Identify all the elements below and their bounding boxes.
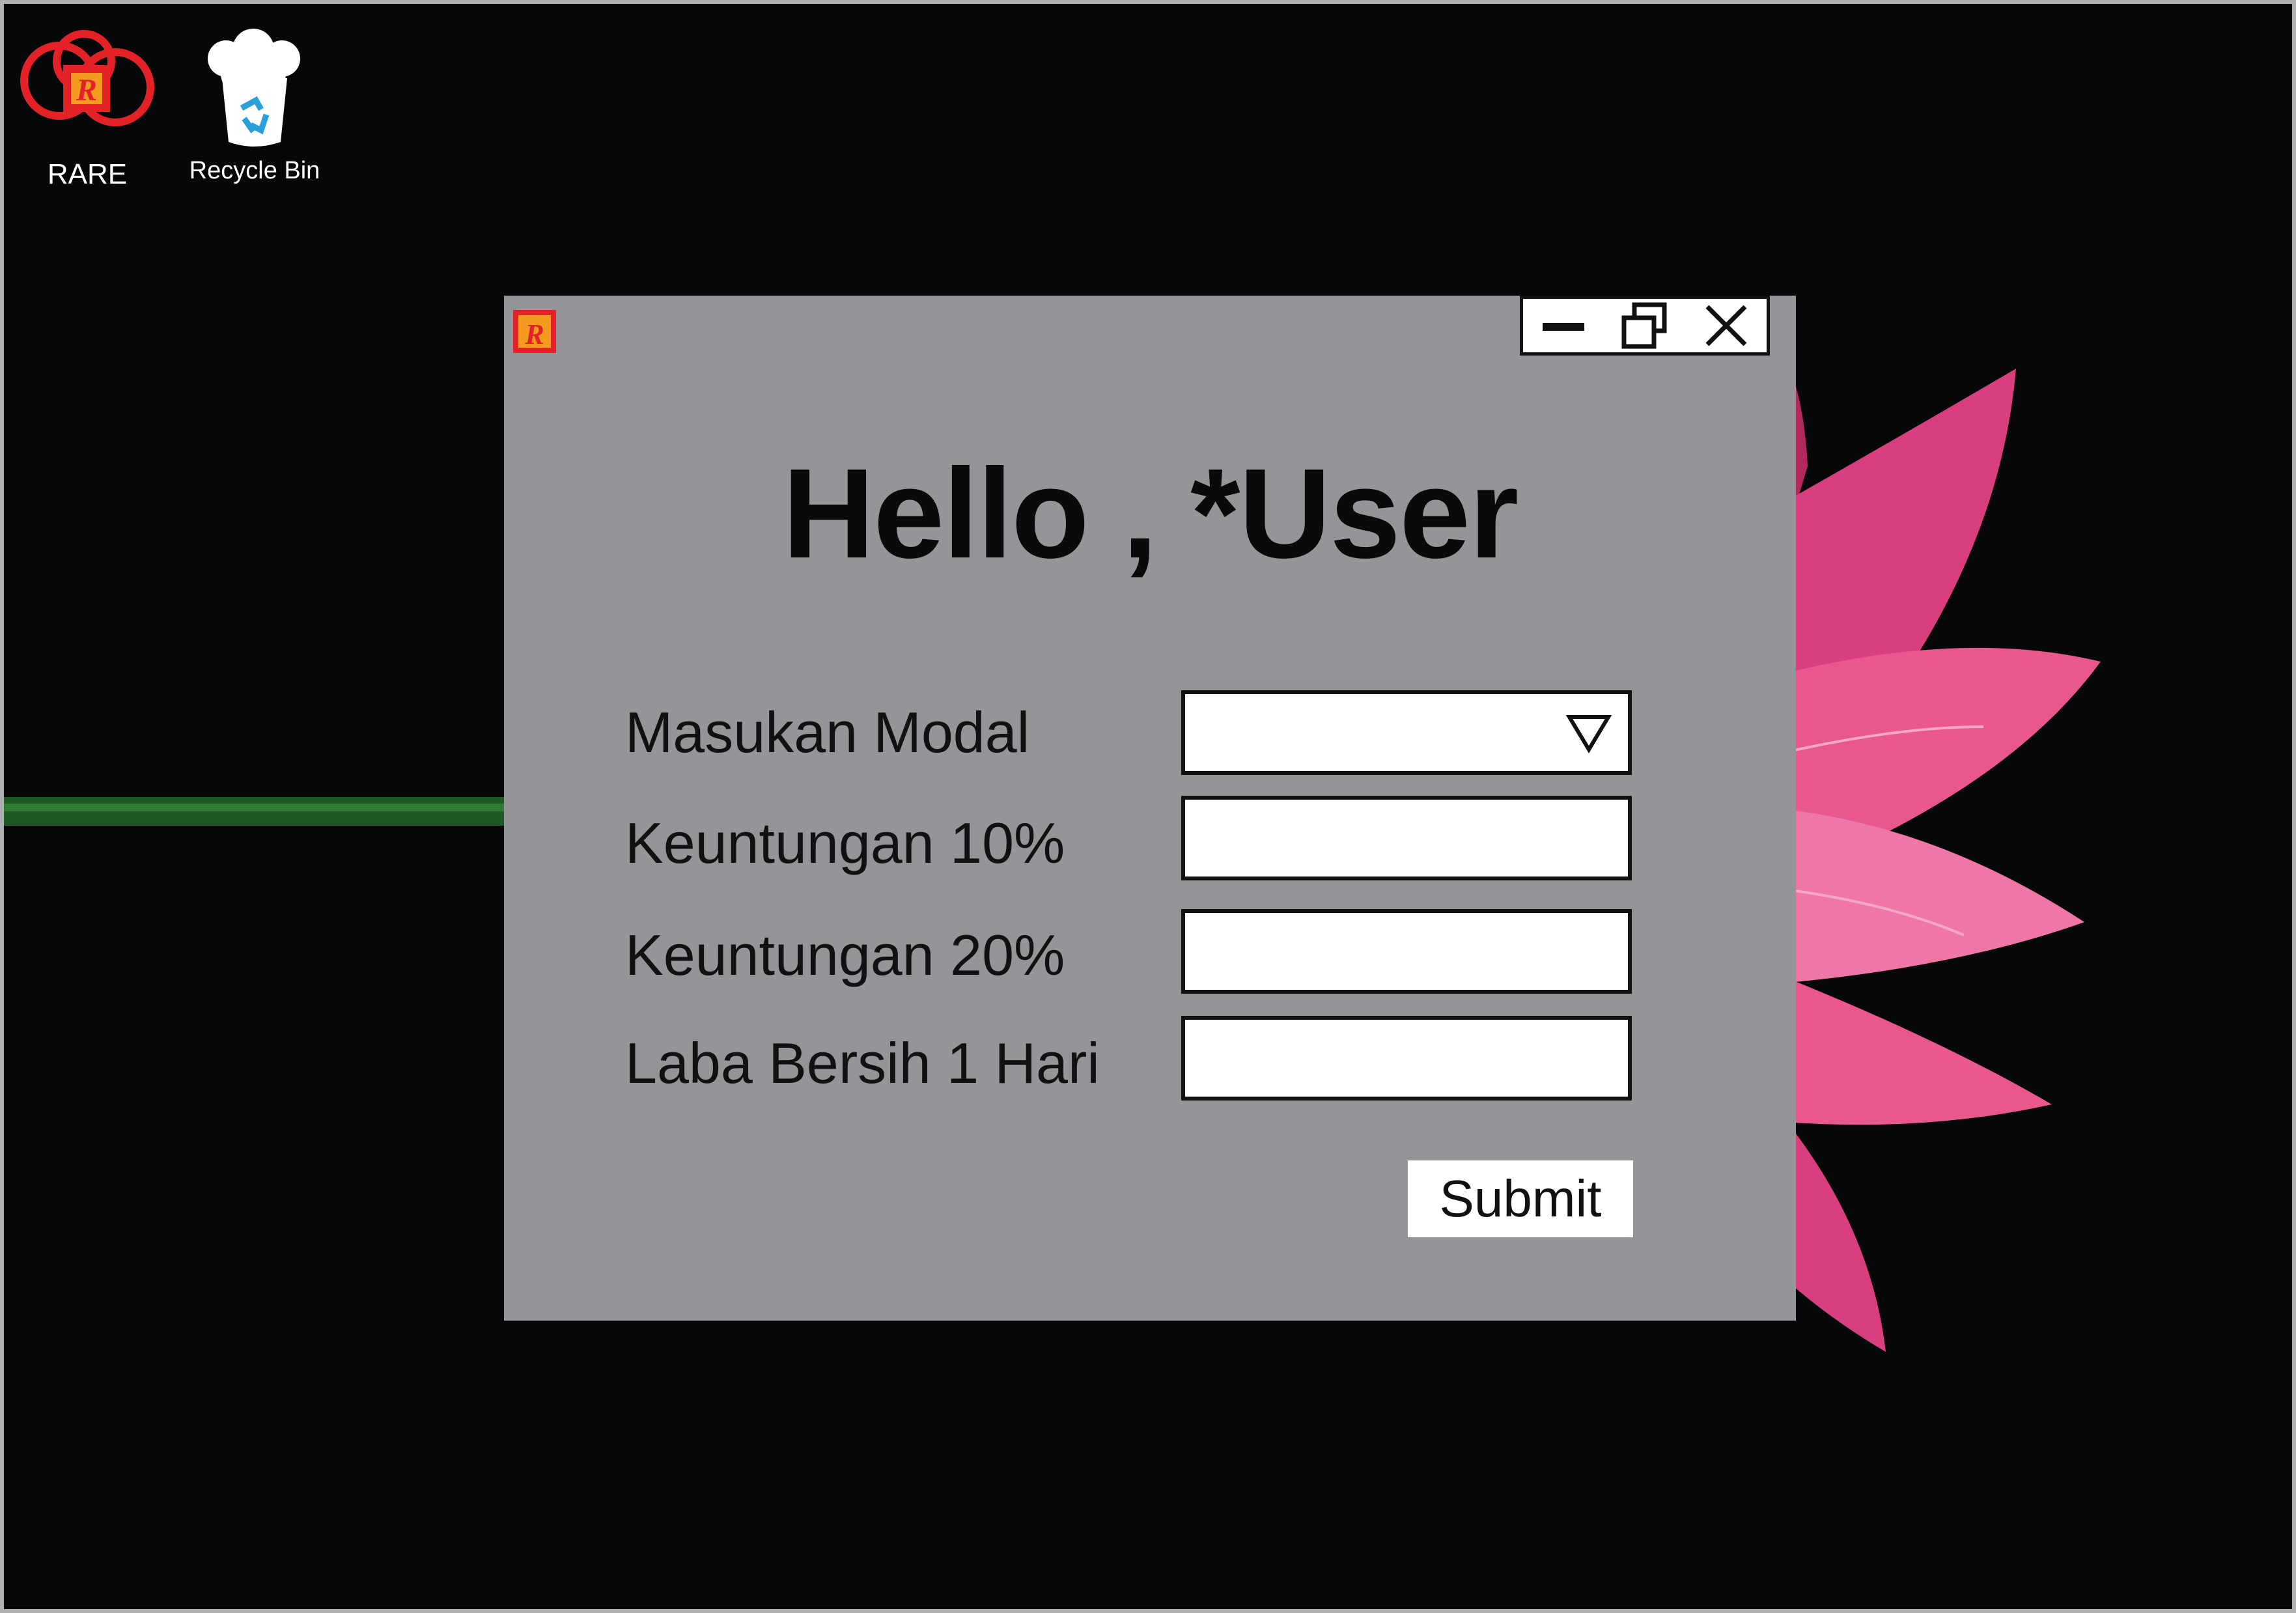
modal-dropdown[interactable] (1181, 690, 1632, 775)
rare-app-icon: R (20, 30, 154, 126)
profit-10-field[interactable] (1181, 796, 1632, 880)
minimize-button[interactable] (1534, 300, 1593, 352)
desktop-icon-rare[interactable]: R RARE (16, 25, 159, 191)
submit-button[interactable]: Submit (1408, 1160, 1633, 1237)
flower-stem-decoration (4, 797, 508, 826)
profit-10-label: Keuntungan 10% (625, 811, 1065, 875)
close-icon (1705, 305, 1747, 346)
chevron-down-icon (1565, 715, 1612, 753)
net-profit-label: Laba Bersih 1 Hari (625, 1031, 1100, 1095)
recycle-bin-icon (208, 29, 300, 147)
desktop: R RARE Recycle Bin R Hello , *User Masuk… (4, 4, 2292, 1609)
net-profit-field[interactable] (1181, 1016, 1632, 1101)
close-button[interactable] (1697, 300, 1756, 352)
desktop-icon-label: RARE (47, 158, 128, 190)
desktop-icon-label: Recycle Bin (189, 157, 320, 184)
window-controls (1520, 296, 1770, 356)
svg-text:R: R (524, 318, 544, 350)
profit-20-label: Keuntungan 20% (625, 923, 1065, 987)
greeting-title: Hello , *User (782, 442, 1519, 585)
app-window: R Hello , *User Masukan Modal Keuntungan… (504, 296, 1796, 1321)
restore-button[interactable] (1616, 300, 1674, 352)
minimize-icon (1543, 323, 1585, 331)
modal-label: Masukan Modal (625, 700, 1030, 764)
profit-20-field[interactable] (1181, 909, 1632, 994)
rare-app-icon: R (513, 310, 556, 353)
restore-icon (1621, 302, 1667, 349)
svg-text:R: R (76, 73, 97, 107)
desktop-icon-recycle-bin[interactable]: Recycle Bin (180, 27, 329, 185)
